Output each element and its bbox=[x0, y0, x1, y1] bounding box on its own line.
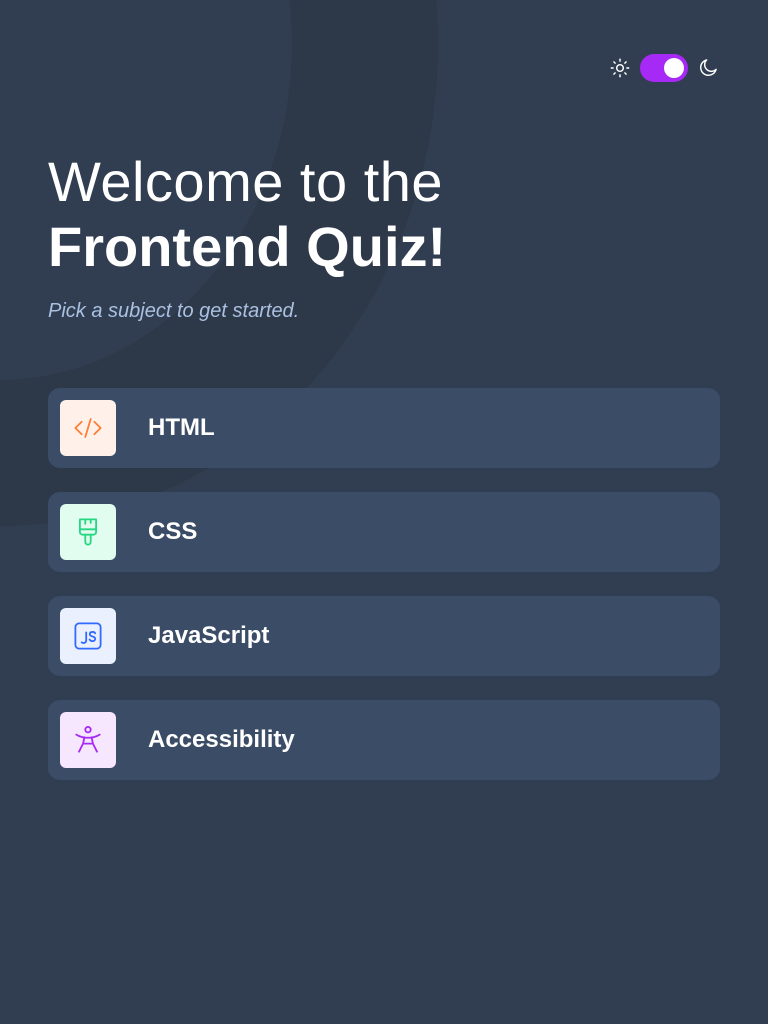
hero: Welcome to the Frontend Quiz! Pick a sub… bbox=[48, 150, 720, 323]
subject-html-badge bbox=[60, 400, 116, 456]
subject-accessibility-badge bbox=[60, 712, 116, 768]
subject-list: HTML CSS JavaScript Accessibility bbox=[48, 388, 720, 780]
theme-switch-knob bbox=[664, 58, 684, 78]
subject-css-badge bbox=[60, 504, 116, 560]
subject-css-button[interactable]: CSS bbox=[48, 492, 720, 572]
theme-switch[interactable] bbox=[640, 54, 688, 82]
page-subtitle: Pick a subject to get started. bbox=[48, 300, 300, 322]
page-title-line1: Welcome to the bbox=[48, 150, 444, 213]
quiz-home-page: Welcome to the Frontend Quiz! Pick a sub… bbox=[0, 0, 768, 1024]
js-icon bbox=[74, 622, 102, 650]
paintbrush-icon bbox=[79, 518, 97, 546]
subject-label: CSS bbox=[148, 518, 198, 545]
accessibility-icon bbox=[75, 726, 101, 753]
page-title-line2: Frontend Quiz! bbox=[48, 215, 447, 278]
subject-label: Accessibility bbox=[148, 726, 295, 753]
code-icon bbox=[74, 418, 102, 438]
subject-javascript-button[interactable]: JavaScript bbox=[48, 596, 720, 676]
moon-icon bbox=[696, 56, 720, 80]
sun-icon bbox=[608, 56, 632, 80]
subject-label: HTML bbox=[148, 414, 215, 441]
theme-toggle bbox=[608, 54, 720, 82]
subject-accessibility-button[interactable]: Accessibility bbox=[48, 700, 720, 780]
subject-html-button[interactable]: HTML bbox=[48, 388, 720, 468]
subject-javascript-badge bbox=[60, 608, 116, 664]
subject-label: JavaScript bbox=[148, 622, 270, 649]
